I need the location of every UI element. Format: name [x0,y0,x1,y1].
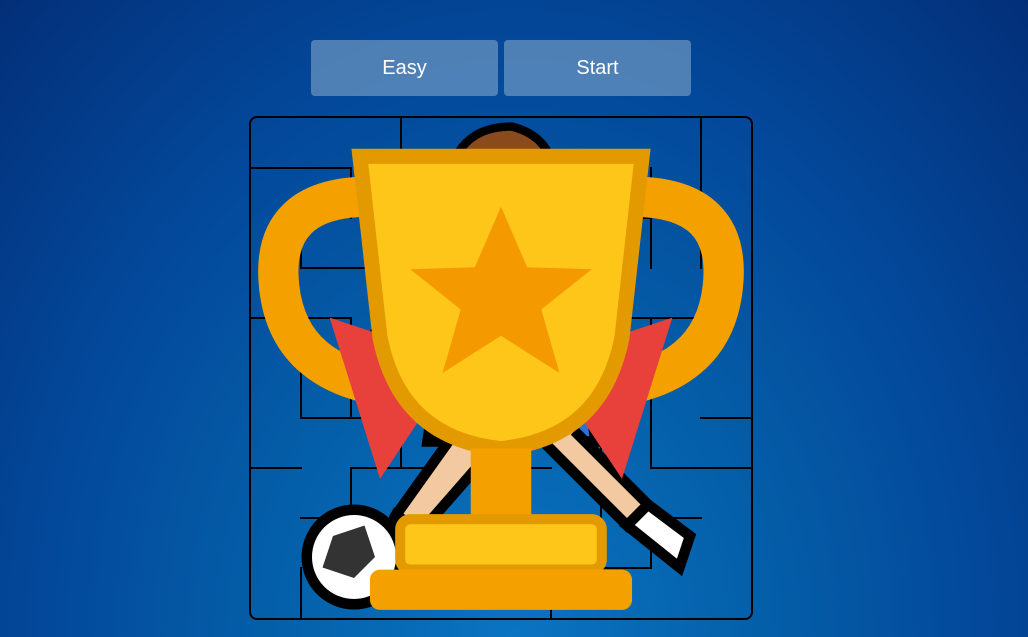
controls-bar: Easy Start [311,40,691,96]
maze-board[interactable] [249,116,753,620]
start-button[interactable]: Start [504,40,691,96]
difficulty-button[interactable]: Easy [311,40,498,96]
trophy-icon [258,148,744,610]
